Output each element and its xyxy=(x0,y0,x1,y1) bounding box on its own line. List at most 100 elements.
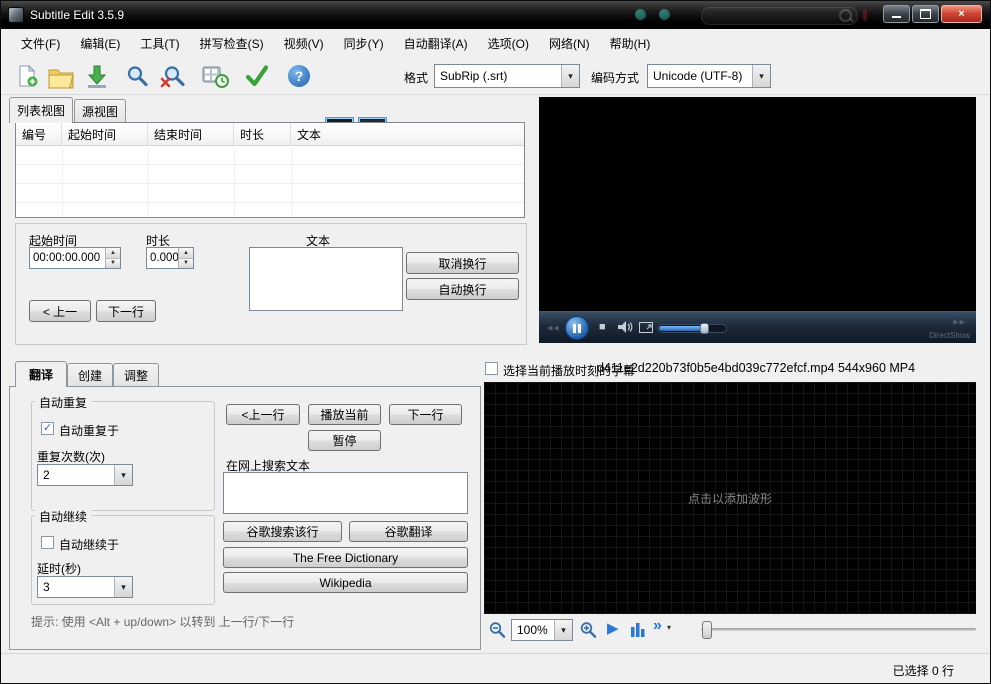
tab-adjust[interactable]: 调整 xyxy=(113,363,159,387)
pause-button[interactable]: 暂停 xyxy=(308,430,381,451)
menu-bar: 文件(F) 编辑(E) 工具(T) 拼写检查(S) 视频(V) 同步(Y) 自动… xyxy=(1,29,990,57)
ffwd-dropdown-icon[interactable]: ▾ xyxy=(667,623,671,632)
column-text[interactable]: 文本 xyxy=(291,123,524,145)
subtitle-list-header: 编号 起始时间 结束时间 时长 文本 xyxy=(16,123,524,146)
subtitle-list[interactable]: 编号 起始时间 结束时间 时长 文本 xyxy=(15,122,525,218)
zoom-in-button[interactable] xyxy=(577,619,599,641)
waveform-columns-button[interactable] xyxy=(627,619,649,641)
menu-autotranslate[interactable]: 自动翻译(A) xyxy=(394,30,478,57)
tab-create[interactable]: 创建 xyxy=(67,363,113,387)
columns-icon xyxy=(631,623,645,637)
wikipedia-button[interactable]: Wikipedia xyxy=(223,572,468,593)
replace-button[interactable] xyxy=(159,62,187,90)
start-time-value: 00:00:00.000 xyxy=(33,252,101,264)
next-line-button[interactable]: 下一行 xyxy=(96,300,156,322)
minimize-icon xyxy=(892,16,901,18)
stepper-arrows[interactable]: ▲ ▼ xyxy=(105,248,120,268)
watermark-magnifier-icon xyxy=(839,9,852,22)
menu-tools[interactable]: 工具(T) xyxy=(130,30,189,57)
open-file-button[interactable] xyxy=(47,63,75,91)
waveform-area[interactable]: 点击以添加波形 xyxy=(484,382,976,614)
menu-sync[interactable]: 同步(Y) xyxy=(334,30,394,57)
open-folder-icon xyxy=(48,69,74,88)
free-dictionary-button[interactable]: The Free Dictionary xyxy=(223,547,468,568)
translate-prev-line-button[interactable]: <上一行 xyxy=(226,404,300,425)
google-search-line-button[interactable]: 谷歌搜索该行 xyxy=(223,521,342,542)
tab-list-view[interactable]: 列表视图 xyxy=(9,97,73,123)
translate-next-label: 下一行 xyxy=(407,408,444,422)
auto-continue-checkbox[interactable] xyxy=(41,536,54,549)
volume-icon[interactable] xyxy=(617,319,633,335)
repeat-count-combobox[interactable]: 2 ▾ xyxy=(37,464,133,486)
encoding-combobox[interactable]: Unicode (UTF-8) ▾ xyxy=(647,64,771,88)
grid-line xyxy=(16,202,524,203)
titlebar-watermark xyxy=(601,5,871,25)
maximize-button[interactable] xyxy=(912,5,939,23)
zoom-out-button[interactable] xyxy=(486,619,508,641)
close-button[interactable]: × xyxy=(941,5,982,23)
menu-edit[interactable]: 编辑(E) xyxy=(70,30,130,57)
menu-help[interactable]: 帮助(H) xyxy=(600,30,661,57)
format-combobox[interactable]: SubRip (.srt) ▾ xyxy=(434,64,580,88)
tab-source-view[interactable]: 源视图 xyxy=(74,99,126,123)
grid-line xyxy=(16,183,524,184)
menu-network[interactable]: 网络(N) xyxy=(539,30,600,57)
google-search-line-label: 谷歌搜索该行 xyxy=(246,525,319,539)
waveform-position-slider[interactable] xyxy=(701,628,976,631)
spellcheck-icon xyxy=(245,65,269,87)
column-start-time[interactable]: 起始时间 xyxy=(62,123,148,145)
waveform-position-knob[interactable] xyxy=(702,621,712,639)
unbreak-button[interactable]: 取消换行 xyxy=(406,252,519,274)
video-pause-button[interactable] xyxy=(565,316,589,340)
sync-subtitle-checkbox[interactable] xyxy=(485,362,498,375)
start-time-stepper[interactable]: 00:00:00.000 ▲ ▼ xyxy=(29,247,121,269)
chevron-down-icon: ▾ xyxy=(561,65,579,87)
grid-line xyxy=(148,145,149,217)
video-seek-bar[interactable] xyxy=(657,323,727,334)
waveform-ffwd-button[interactable]: » xyxy=(653,617,662,635)
tab-translate[interactable]: 翻译 xyxy=(15,361,67,387)
delay-label: 延时(秒) xyxy=(37,562,81,576)
check-icon: ✓ xyxy=(42,422,53,434)
video-seek-knob[interactable] xyxy=(700,323,709,334)
web-search-input[interactable] xyxy=(223,472,468,514)
translate-next-line-button[interactable]: 下一行 xyxy=(389,404,462,425)
waveform-play-button[interactable]: ▶ xyxy=(607,619,619,637)
spellcheck-button[interactable] xyxy=(243,62,271,90)
play-current-label: 播放当前 xyxy=(320,408,369,422)
waveform-zoom-combobox[interactable]: 100% ▾ xyxy=(511,619,573,641)
menu-video[interactable]: 视频(V) xyxy=(274,30,334,57)
menu-file[interactable]: 文件(F) xyxy=(11,30,70,57)
subtitle-text-input[interactable] xyxy=(249,247,403,311)
forward-icon[interactable]: ▶▶ xyxy=(953,318,966,326)
video-player[interactable]: ◀◀ ■ ▶▶ DirectShow xyxy=(539,97,976,343)
zoom-out-icon xyxy=(489,622,506,638)
menu-options[interactable]: 选项(O) xyxy=(478,30,539,57)
column-duration[interactable]: 时长 xyxy=(234,123,291,145)
rewind-icon[interactable]: ◀◀ xyxy=(547,324,560,332)
save-file-button[interactable] xyxy=(83,62,111,90)
visual-sync-button[interactable] xyxy=(201,62,229,90)
column-end-time[interactable]: 结束时间 xyxy=(148,123,234,145)
shortcut-hint: 提示: 使用 <Alt + up/down> 以转到 上一行/下一行 xyxy=(31,615,295,629)
google-translate-button[interactable]: 谷歌翻译 xyxy=(349,521,468,542)
duration-value: 0.000 xyxy=(150,252,178,264)
auto-repeat-checkbox[interactable]: ✓ xyxy=(41,422,54,435)
delay-combobox[interactable]: 3 ▾ xyxy=(37,576,133,598)
help-button[interactable]: ? xyxy=(285,62,313,90)
stepper-arrows[interactable]: ▲ ▼ xyxy=(178,248,193,268)
menu-spellcheck[interactable]: 拼写检查(S) xyxy=(190,30,274,57)
video-file-info: d411e2d220b73f0b5e4bd039c772efcf.mp4 544… xyxy=(597,361,916,375)
fullscreen-icon[interactable] xyxy=(639,322,653,333)
play-current-button[interactable]: 播放当前 xyxy=(308,404,381,425)
new-file-button[interactable] xyxy=(13,62,41,90)
minimize-button[interactable] xyxy=(883,5,910,23)
stop-icon[interactable]: ■ xyxy=(599,321,606,333)
window-title: Subtitle Edit 3.5.9 xyxy=(30,8,125,22)
chevron-down-icon: ▾ xyxy=(554,620,572,640)
previous-line-button[interactable]: < 上一 xyxy=(29,300,91,322)
autobreak-button[interactable]: 自动换行 xyxy=(406,278,519,300)
column-number[interactable]: 编号 xyxy=(16,123,62,145)
duration-stepper[interactable]: 0.000 ▲ ▼ xyxy=(146,247,194,269)
find-button[interactable] xyxy=(123,62,151,90)
